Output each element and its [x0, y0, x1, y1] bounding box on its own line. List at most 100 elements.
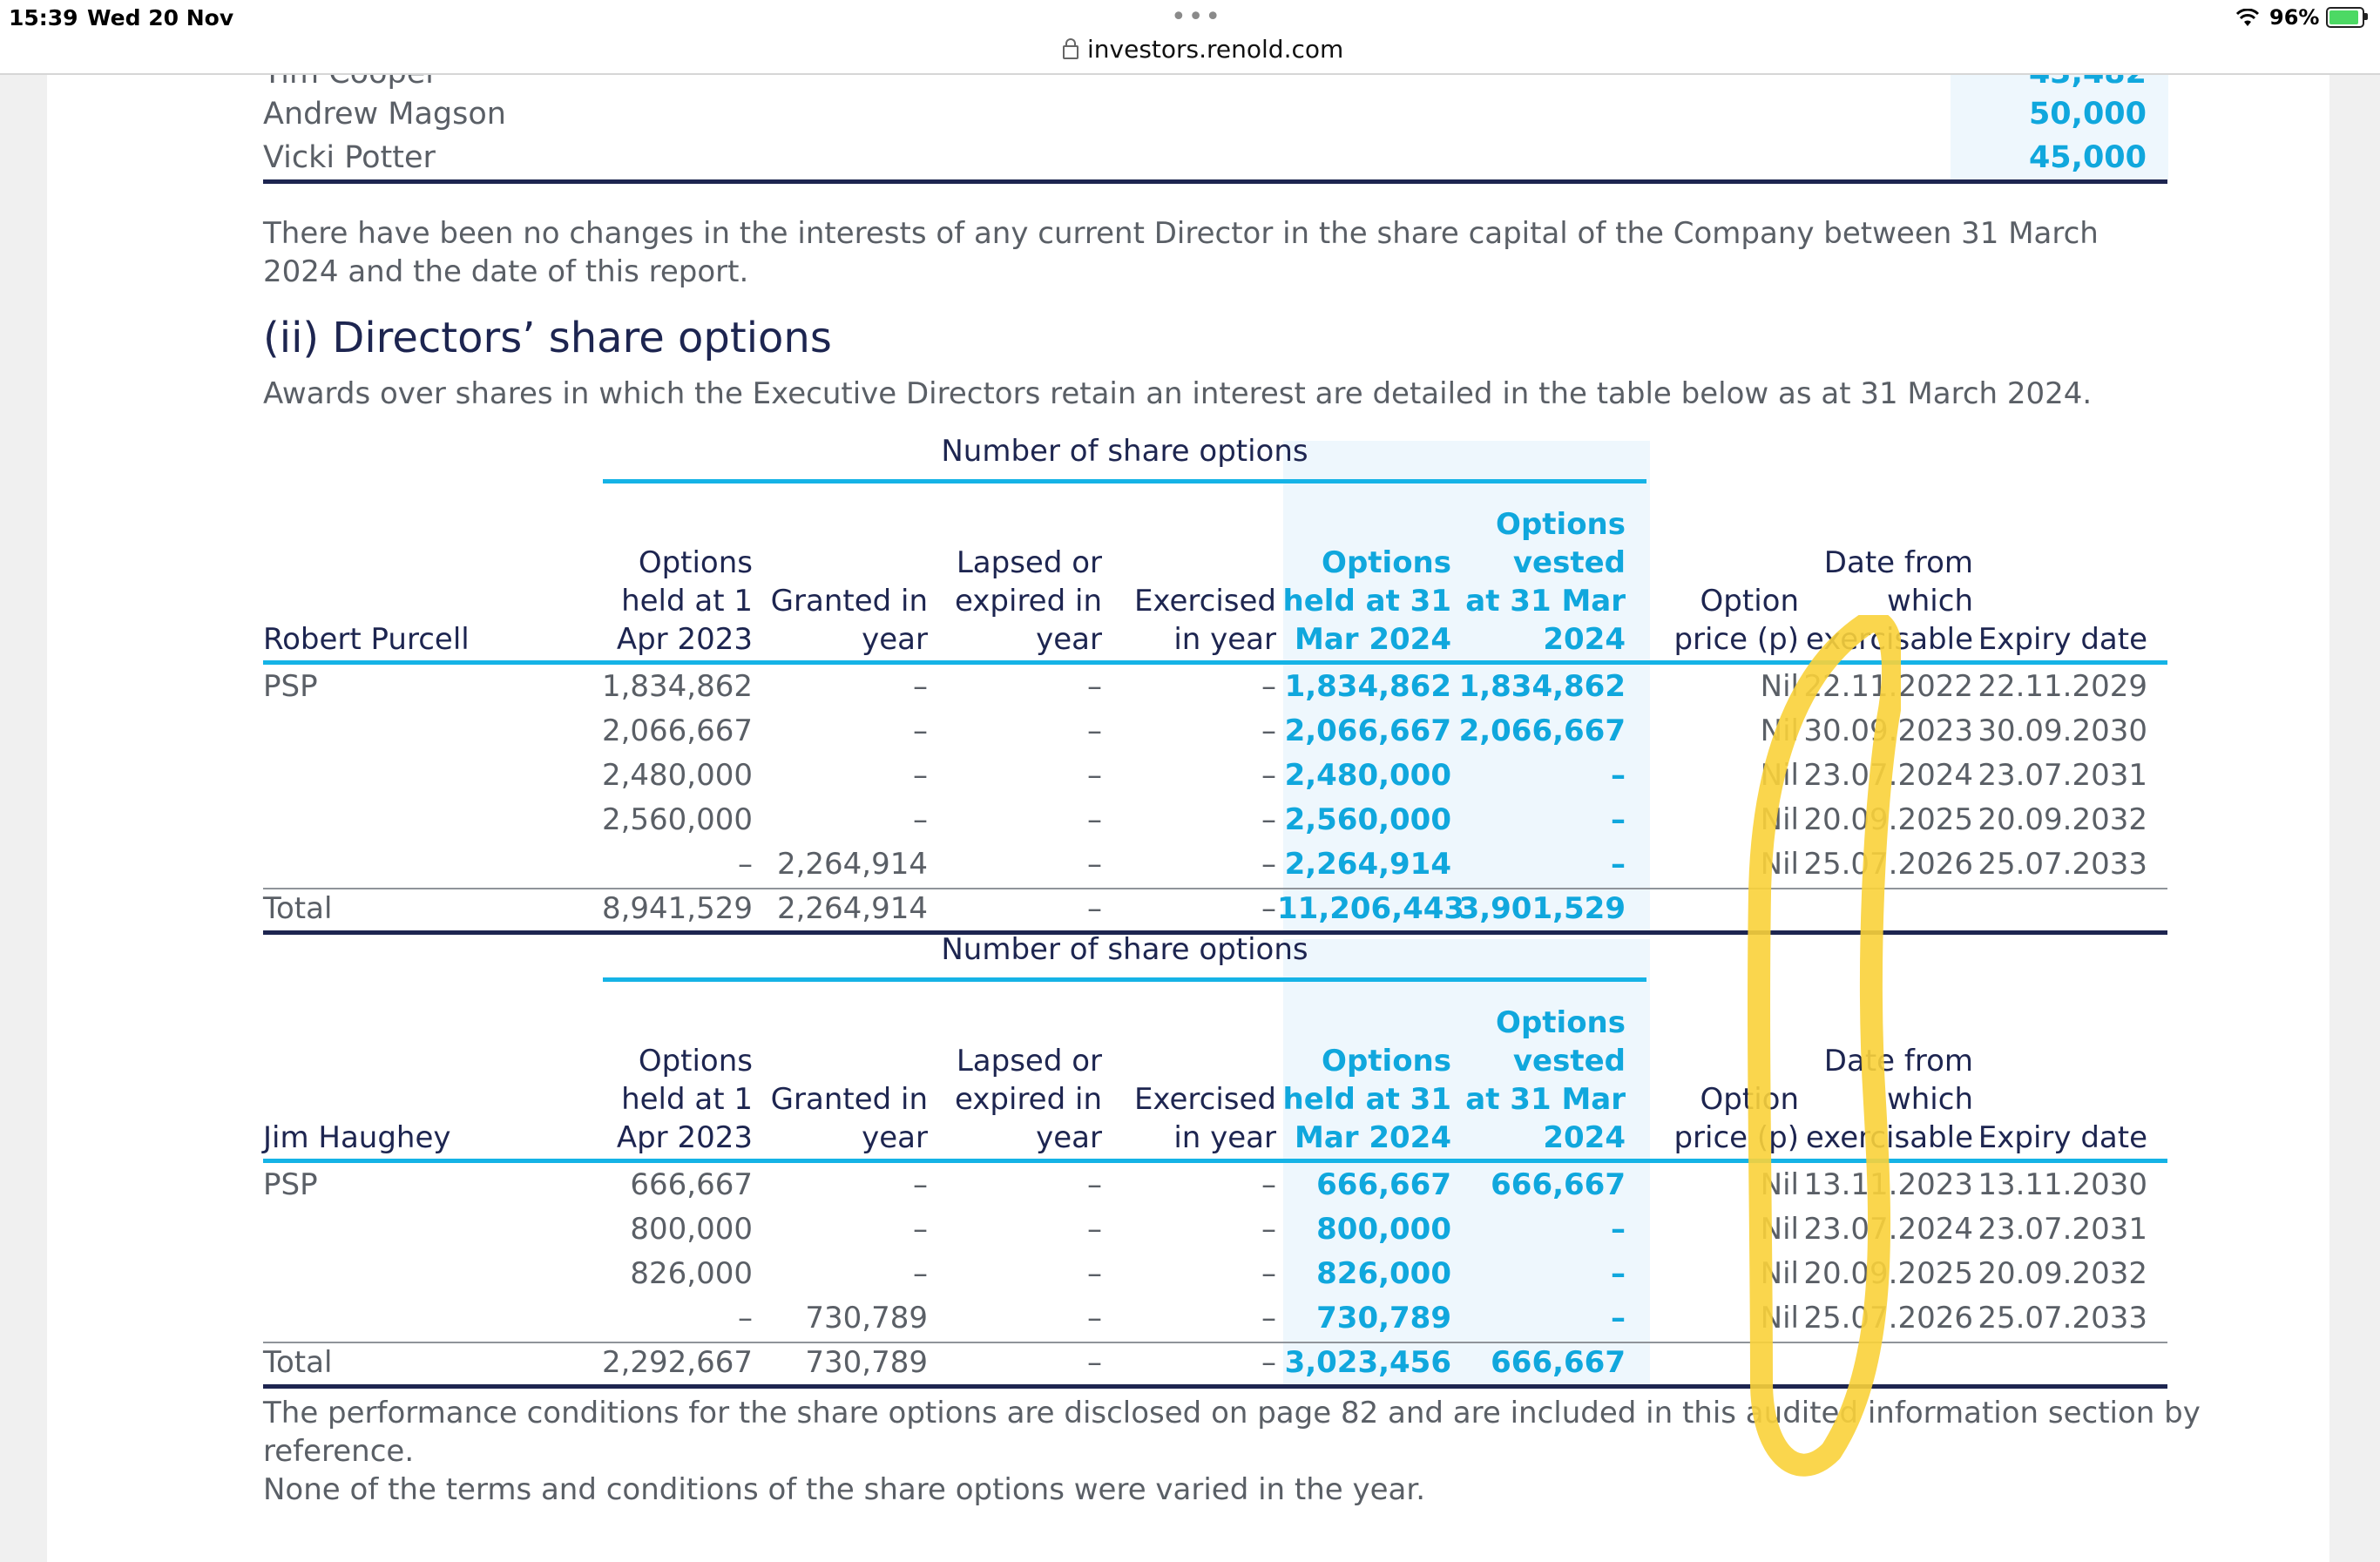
cell-held-start: 666,667: [630, 1167, 753, 1202]
cell-expiry: 20.09.2032: [1978, 802, 2147, 837]
total-granted: 2,264,914: [776, 891, 928, 926]
footnote: The performance conditions for the share…: [263, 1394, 2267, 1509]
total-vested: 3,901,529: [1458, 891, 1626, 926]
cell-vested: –: [1611, 758, 1626, 793]
shareholder-name: Andrew Magson: [263, 97, 506, 132]
col-header-lapsed: expired in: [954, 1082, 1102, 1117]
table-bottom-rule: [263, 179, 2167, 184]
cell-exercisable: 23.07.2024: [1803, 758, 1973, 793]
tab-handle-icon[interactable]: •••: [1171, 2, 1222, 32]
cell-lapsed: –: [1087, 1212, 1102, 1247]
col-header-vested: vested: [1512, 1044, 1626, 1079]
cell-held-start: –: [738, 847, 753, 882]
col-header-exercisable: Date from: [1823, 545, 1973, 580]
col-header-lapsed: year: [1036, 622, 1102, 657]
shareholder-value: 50,000: [2028, 97, 2147, 132]
section-subtitle: Awards over shares in which the Executiv…: [263, 376, 2093, 411]
col-header-expiry: Expiry date: [1978, 622, 2147, 657]
total-lapsed: –: [1087, 891, 1102, 926]
cell-granted: –: [913, 1256, 928, 1291]
col-header-price: Option: [1700, 584, 1799, 619]
footnote-line: None of the terms and conditions of the …: [263, 1472, 1426, 1507]
cell-price: Nil: [1760, 1301, 1799, 1335]
total-lapsed: –: [1087, 1345, 1102, 1380]
total-held-start: 8,941,529: [601, 891, 753, 926]
section-heading: (ii) Directors’ share options: [263, 314, 832, 362]
col-header-exercised: in year: [1173, 622, 1276, 657]
col-header-vested: 2024: [1543, 1120, 1626, 1155]
cell-held-start: 800,000: [630, 1212, 753, 1247]
cell-exercisable: 20.09.2025: [1803, 1256, 1973, 1291]
col-header-lapsed: Lapsed or: [956, 1044, 1102, 1079]
col-header-exercisable: exercisable: [1805, 1120, 1973, 1155]
col-header-exercisable: which: [1886, 1082, 1973, 1117]
cell-lapsed: –: [1087, 1167, 1102, 1202]
cell-exercised: –: [1261, 1212, 1276, 1247]
cell-held-end: 800,000: [1316, 1212, 1451, 1247]
cell-lapsed: –: [1087, 847, 1102, 882]
col-header-held-start: Options: [638, 1044, 753, 1079]
group-rule: [603, 977, 1646, 982]
cell-exercised: –: [1261, 847, 1276, 882]
cell-exercisable: 25.07.2026: [1803, 1301, 1973, 1335]
col-header-held-end: held at 31: [1282, 1082, 1451, 1117]
cell-granted: 730,789: [805, 1301, 928, 1335]
cell-vested: –: [1611, 1301, 1626, 1335]
cell-lapsed: –: [1087, 802, 1102, 837]
col-header-held-end: Options: [1322, 1044, 1451, 1079]
cell-granted: –: [913, 758, 928, 793]
col-header-vested: Options: [1496, 1005, 1626, 1040]
cell-price: Nil: [1760, 713, 1799, 748]
total-granted: 730,789: [805, 1345, 928, 1380]
cell-lapsed: –: [1087, 1301, 1102, 1335]
col-header-expiry: Expiry date: [1978, 1120, 2147, 1155]
group-label: Number of share options: [941, 932, 1308, 967]
battery-icon: [2326, 7, 2364, 28]
shareholder-name-cut: Tim Cooper: [263, 75, 438, 91]
col-header-vested: at 31 Mar: [1465, 584, 1626, 619]
cell-vested: –: [1611, 1212, 1626, 1247]
col-header-held-end: Mar 2024: [1294, 1120, 1451, 1155]
col-header-lapsed: Lapsed or: [956, 545, 1102, 580]
col-header-exercised: Exercised: [1133, 1082, 1276, 1117]
cell-held-end: 1,834,862: [1284, 669, 1451, 704]
group-rule: [603, 479, 1646, 483]
col-header-granted: year: [862, 622, 928, 657]
cell-exercised: –: [1261, 669, 1276, 704]
wifi-icon: [2235, 9, 2260, 26]
total-held-start: 2,292,667: [601, 1345, 753, 1380]
footnote-line: The performance conditions for the share…: [263, 1396, 2201, 1469]
cell-expiry: 23.07.2031: [1978, 1212, 2147, 1247]
cell-held-end: 2,264,914: [1284, 847, 1451, 882]
header-rule: [263, 1159, 2167, 1163]
cell-vested: 2,066,667: [1458, 713, 1626, 748]
clock: 15:39: [9, 5, 78, 30]
cell-expiry: 30.09.2030: [1978, 713, 2147, 748]
cell-lapsed: –: [1087, 1256, 1102, 1291]
cell-expiry: 23.07.2031: [1978, 758, 2147, 793]
document-page: Tim Cooper 43,482 Andrew Magson 50,000 V…: [47, 75, 2329, 1562]
col-header-exercisable: Date from: [1823, 1044, 1973, 1079]
col-header-held-end: Mar 2024: [1294, 622, 1451, 657]
col-header-held-start: held at 1: [621, 1082, 753, 1117]
cell-exercised: –: [1261, 1301, 1276, 1335]
cell-held-start: 2,066,667: [601, 713, 753, 748]
col-header-vested: Options: [1496, 507, 1626, 542]
col-header-vested: vested: [1512, 545, 1626, 580]
col-header-lapsed: expired in: [954, 584, 1102, 619]
cell-granted: 2,264,914: [776, 847, 928, 882]
address-bar[interactable]: investors.renold.com: [1063, 35, 1343, 64]
cell-granted: –: [913, 713, 928, 748]
col-header-exercisable: exercisable: [1805, 622, 1973, 657]
col-header-granted: Granted in: [770, 584, 928, 619]
cell-price: Nil: [1760, 758, 1799, 793]
col-header-vested: at 31 Mar: [1465, 1082, 1626, 1117]
cell-held-end: 2,480,000: [1284, 758, 1451, 793]
director-name: Robert Purcell: [263, 622, 470, 657]
total-exercised: –: [1261, 1345, 1276, 1380]
cell-held-start: 1,834,862: [601, 669, 753, 704]
col-header-held-start: Options: [638, 545, 753, 580]
cell-granted: –: [913, 669, 928, 704]
cell-vested: 1,834,862: [1458, 669, 1626, 704]
cell-expiry: 25.07.2033: [1978, 847, 2147, 882]
